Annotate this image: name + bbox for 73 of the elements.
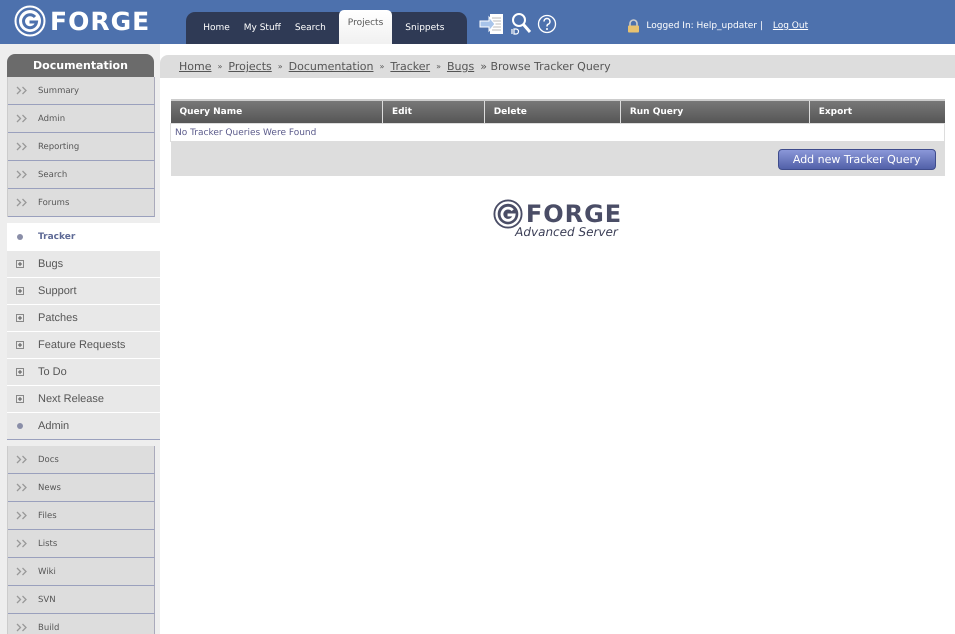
tracker-item[interactable]: Tracker [7,223,160,250]
logo-icon [14,5,46,37]
sidebar-menu-item[interactable]: Forums [8,189,155,217]
chevrons-icon [16,86,28,95]
breadcrumb-link[interactable]: Home [179,60,212,73]
sidebar-menu-item[interactable]: Files [8,502,155,530]
chevrons-icon [16,567,28,576]
id-search-icon[interactable] [511,12,532,36]
login-status: Logged In: Help_updater | [646,21,763,31]
chevrons-icon [16,595,28,604]
sidebar-menu-item[interactable]: Reporting [8,133,155,161]
sidebar-menu-item[interactable]: Docs [8,446,155,474]
chevrons-icon [16,539,28,548]
empty-message: No Tracker Queries Were Found [170,124,944,142]
chevrons-icon [16,455,28,464]
tracker-item[interactable]: Next Release [7,385,160,412]
sidebar-menu-item[interactable]: Summary [8,77,155,105]
logout-link[interactable]: Log Out [772,21,808,31]
tracker-item[interactable]: Bugs [7,250,160,277]
breadcrumb-separator: » [436,62,441,71]
help-icon[interactable] [537,14,558,34]
column-header: Run Query [620,100,810,124]
column-header: Query Name [170,100,382,124]
add-query-button[interactable]: Add new Tracker Query [778,148,936,170]
expand-icon [16,395,24,403]
nav-tab[interactable]: My Stuff [236,12,288,44]
sidebar-title: Documentation [7,54,154,77]
chevrons-icon [16,623,28,632]
logo-text: FORGE [50,6,150,36]
sidebar-menu-item[interactable]: Lists [8,530,155,558]
chevrons-icon [16,511,28,520]
chevrons-icon [16,142,28,151]
breadcrumb-link[interactable]: Tracker [390,60,430,73]
expand-icon [16,341,24,349]
breadcrumb-link[interactable]: Projects [228,60,272,73]
bullet-icon [17,234,23,240]
column-header: Export [809,100,944,124]
nav-tab[interactable]: Home [196,12,237,44]
tracker-item[interactable]: Support [7,277,160,304]
column-header: Edit [382,100,484,124]
breadcrumb-current: » Browse Tracker Query [480,60,611,73]
breadcrumb-link[interactable]: Bugs [446,60,474,73]
tracker-item[interactable]: Feature Requests [7,331,160,358]
breadcrumb-separator: » [278,62,283,71]
breadcrumb-separator: » [217,62,222,71]
sidebar-menu-item[interactable]: Wiki [8,558,155,586]
bullet-icon [17,423,23,429]
expand-icon [16,260,24,268]
column-header: Delete [484,100,620,124]
tracker-item[interactable]: Patches [7,304,160,331]
nav-tab[interactable]: Search [288,12,333,44]
lock-icon [627,19,640,33]
chevrons-icon [16,114,28,123]
expand-icon [16,368,24,376]
login-arrow-icon[interactable] [479,13,506,35]
chevrons-icon [16,170,28,179]
breadcrumb-separator: » [379,62,384,71]
sidebar-menu-item[interactable]: Admin [8,105,155,133]
chevrons-icon [16,198,28,207]
breadcrumb-link[interactable]: Documentation [288,60,374,73]
sidebar-menu-item[interactable]: SVN [8,586,155,614]
tracker-item[interactable]: Admin [7,412,160,439]
sidebar-menu-item[interactable]: Build [8,614,155,634]
sidebar-menu-item[interactable]: News [8,474,155,502]
chevrons-icon [16,483,28,492]
expand-icon [16,314,24,322]
logo-subtitle: Advanced Server [515,225,618,239]
nav-tab[interactable]: Snippets [398,12,452,44]
expand-icon [16,287,24,295]
nav-tab[interactable]: Projects [338,10,392,44]
tracker-item[interactable]: To Do [7,358,160,385]
forge-logo-text: FORGE [526,200,622,228]
sidebar-menu-item[interactable]: Search [8,161,155,189]
